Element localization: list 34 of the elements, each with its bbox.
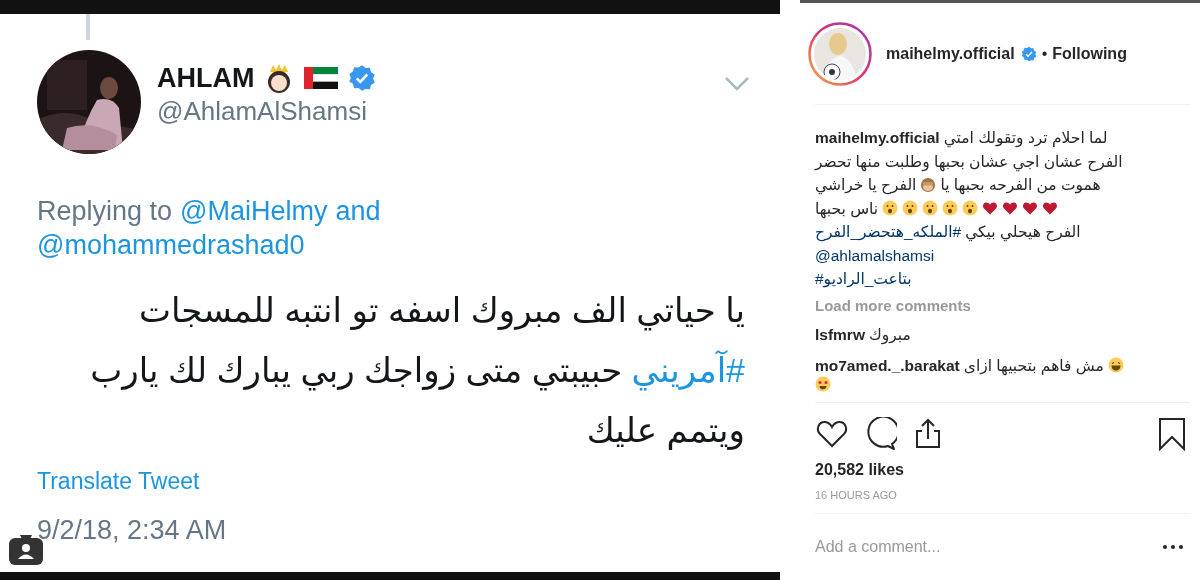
like-count[interactable]: 20,582 likes — [815, 460, 904, 479]
post-time: 16 HOURS AGO — [815, 488, 897, 501]
hashtag-link[interactable]: بتاعت_الراديو# — [815, 267, 912, 291]
username-link[interactable]: maihelmy.official — [886, 45, 1015, 63]
surprised-face-icon — [922, 200, 939, 217]
hashtag-link[interactable]: #الملكه_هتحضر_الفرح — [815, 220, 962, 244]
separator-dot: • — [1041, 45, 1048, 63]
surprised-face-icon — [962, 200, 979, 217]
username-link[interactable]: lsfmrw — [815, 323, 865, 345]
surprised-face-icon — [942, 200, 959, 217]
conjunction-text: and — [335, 195, 381, 228]
username-link[interactable]: mo7amed._.barakat — [815, 354, 960, 376]
more-options-icon[interactable] — [1162, 543, 1184, 550]
hashtag-link[interactable]: @ahlamalshamsi — [815, 243, 935, 267]
laughing-face-icon — [1107, 357, 1124, 373]
verified-icon — [348, 64, 377, 92]
surprised-face-icon — [882, 200, 899, 217]
heart-emoji-icon — [1042, 200, 1059, 217]
heart-emoji-icon — [982, 200, 999, 217]
user-handle: @AhlamAlShamsi — [157, 96, 368, 127]
flag-icon — [304, 67, 339, 89]
replying-label: Replying to — [37, 195, 173, 228]
display-name: AHLAM — [157, 62, 255, 94]
verified-icon — [1020, 46, 1037, 62]
heart-eyes-face-icon — [815, 375, 831, 392]
heart-emoji-icon — [1022, 200, 1039, 217]
tweet-text: يا حياتي الف مبروك اسفه تو انتبه للمسجات #آمريني حبيبتي متى زواجك ربي يبارك لك يارب ويتمم عليك — [89, 290, 745, 452]
timestamp: 9/2/18, 2:34 AM — [37, 515, 227, 546]
surprised-face-icon — [902, 200, 919, 217]
heart-emoji-icon — [1002, 200, 1019, 217]
bookmark-icon[interactable] — [1158, 416, 1186, 451]
follow-status-button[interactable]: Following — [1052, 45, 1127, 63]
username-link[interactable]: maihelmy.official — [815, 126, 940, 150]
monkey-emoji-icon — [920, 176, 937, 193]
